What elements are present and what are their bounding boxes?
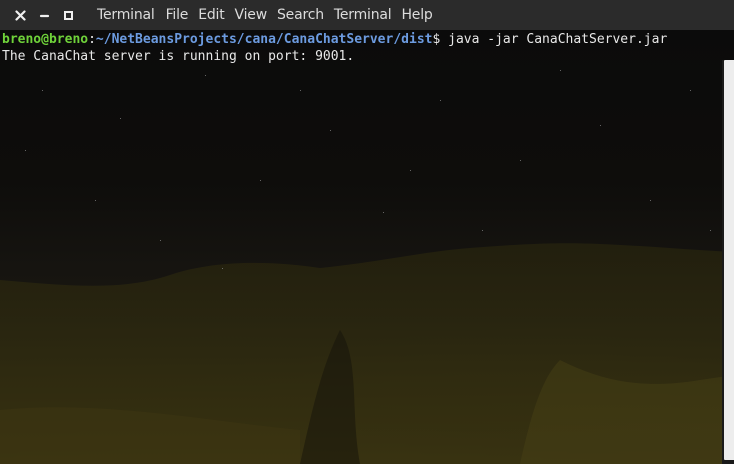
app-title: Terminal bbox=[97, 7, 155, 23]
terminal-area[interactable]: breno@breno:~/NetBeansProjects/cana/Cana… bbox=[0, 30, 734, 464]
minimize-button[interactable] bbox=[32, 0, 56, 30]
prompt-user-host: breno@breno bbox=[2, 32, 89, 47]
menu-file[interactable]: File bbox=[161, 0, 194, 30]
maximize-button[interactable] bbox=[56, 0, 80, 30]
prompt-line: breno@breno:~/NetBeansProjects/cana/Cana… bbox=[2, 32, 667, 47]
background-hill-image bbox=[0, 243, 734, 464]
close-icon bbox=[14, 9, 26, 21]
menu-search[interactable]: Search bbox=[272, 0, 329, 30]
minimize-icon bbox=[39, 14, 49, 17]
title-bar: Terminal File Edit View Search Terminal … bbox=[0, 0, 734, 30]
scrollbar-thumb[interactable] bbox=[724, 60, 734, 460]
menu-terminal[interactable]: Terminal bbox=[329, 0, 397, 30]
maximize-icon bbox=[63, 10, 73, 20]
menu-view[interactable]: View bbox=[230, 0, 272, 30]
menu-edit[interactable]: Edit bbox=[193, 0, 229, 30]
prompt-separator: : bbox=[88, 32, 96, 47]
command-text: java -jar CanaChatServer.jar bbox=[440, 32, 668, 47]
terminal-output: breno@breno:~/NetBeansProjects/cana/Cana… bbox=[2, 31, 667, 65]
terminal-window: Terminal File Edit View Search Terminal … bbox=[0, 0, 734, 464]
output-line: The CanaChat server is running on port: … bbox=[2, 49, 355, 64]
menu-help[interactable]: Help bbox=[396, 0, 437, 30]
prompt-path: ~/NetBeansProjects/cana/CanaChatServer/d… bbox=[95, 32, 433, 47]
scrollbar-track[interactable] bbox=[722, 60, 734, 464]
close-button[interactable] bbox=[8, 0, 32, 30]
menu-bar: Terminal File Edit View Search Terminal … bbox=[92, 0, 438, 30]
